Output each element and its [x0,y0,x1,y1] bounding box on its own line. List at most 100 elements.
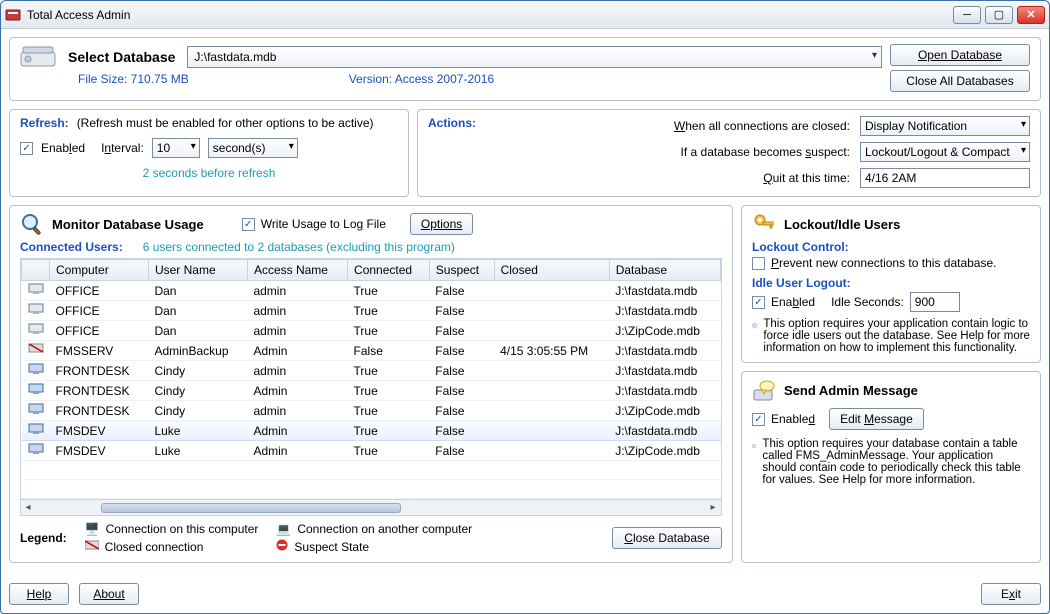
cell-connected: True [348,401,430,421]
cell-database: J:\ZipCode.mdb [609,321,720,341]
horizontal-scrollbar[interactable]: ◂ ▸ [21,499,721,515]
edit-message-button[interactable]: Edit Message [829,408,924,430]
cell-user-name: Dan [148,301,247,321]
admin-msg-info-text: This option requires your database conta… [762,438,1030,486]
row-status-icon [22,381,50,401]
cell-connected: True [348,301,430,321]
cell-closed: 4/15 3:05:55 PM [494,341,609,361]
admin-message-title: Send Admin Message [784,383,918,398]
database-path-dropdown[interactable]: J:\fastdata.mdb [187,46,882,68]
scroll-right-icon[interactable]: ▸ [706,501,720,515]
prevent-connections-checkbox[interactable] [752,257,765,270]
cell-database: J:\fastdata.mdb [609,421,720,441]
cell-connected: True [348,361,430,381]
admin-msg-enabled-checkbox[interactable] [752,413,765,426]
cell-computer: OFFICE [50,281,149,301]
col-database[interactable]: Database [609,260,720,281]
cell-suspect: False [429,281,494,301]
cell-computer: FMSSERV [50,341,149,361]
open-database-button[interactable]: Open Database [890,44,1030,66]
users-table[interactable]: ComputerUser NameAccess NameConnectedSus… [21,259,721,516]
table-row[interactable]: OFFICEDanadminTrueFalseJ:\fastdata.mdb [22,281,721,301]
col-icon[interactable] [22,260,50,281]
table-row[interactable]: FRONTDESKCindyadminTrueFalseJ:\fastdata.… [22,361,721,381]
quit-time-field[interactable]: 4/16 2AM [860,168,1030,188]
scroll-thumb[interactable] [101,503,401,513]
table-row[interactable]: FMSDEVLukeAdminTrueFalseJ:\ZipCode.mdb [22,441,721,461]
suspect-select[interactable]: Lockout/Logout & Compact [860,142,1030,162]
cell-access-name: Admin [247,341,347,361]
col-closed[interactable]: Closed [494,260,609,281]
table-row[interactable]: FRONTDESKCindyadminTrueFalseJ:\ZipCode.m… [22,401,721,421]
cell-user-name: Luke [148,441,247,461]
lockout-info-text: This option requires your application co… [763,318,1030,354]
close-database-button[interactable]: Close Database [612,527,722,549]
row-status-icon [22,321,50,341]
cell-closed [494,281,609,301]
col-computer[interactable]: Computer [50,260,149,281]
refresh-panel: Refresh: (Refresh must be enabled for ot… [9,109,409,197]
cell-database: J:\fastdata.mdb [609,381,720,401]
refresh-note: (Refresh must be enabled for other optio… [77,116,374,130]
quit-label: Quit at this time: [674,171,850,185]
users-table-wrap: ComputerUser NameAccess NameConnectedSus… [20,258,722,516]
cell-user-name: Dan [148,321,247,341]
idle-enabled-checkbox[interactable] [752,296,765,309]
about-button[interactable]: About [79,583,139,605]
file-size-label: File Size: 710.75 MB [78,72,189,86]
monitor-panel: Monitor Database Usage Write Usage to Lo… [9,205,733,563]
cell-closed [494,441,609,461]
table-row[interactable]: OFFICEDanadminTrueFalseJ:\fastdata.mdb [22,301,721,321]
col-access-name[interactable]: Access Name [247,260,347,281]
closed-conn-icon [85,539,99,554]
legend: Legend: 🖥️Connection on this computer Cl… [20,522,722,554]
cell-suspect: False [429,401,494,421]
table-row[interactable]: FMSSERVAdminBackupAdminFalseFalse4/15 3:… [22,341,721,361]
refresh-enabled-label: Enabled [41,141,85,155]
row-status-icon [22,281,50,301]
table-row[interactable]: FMSDEVLukeAdminTrueFalseJ:\fastdata.mdb [22,421,721,441]
window-title: Total Access Admin [27,8,953,22]
cell-suspect: False [429,361,494,381]
write-log-label: Write Usage to Log File [261,217,386,231]
help-button[interactable]: Help [9,583,69,605]
table-row[interactable]: FRONTDESKCindyAdminTrueFalseJ:\fastdata.… [22,381,721,401]
idle-seconds-field[interactable]: 900 [910,292,960,312]
cell-access-name: Admin [247,381,347,401]
exit-button[interactable]: Exit [981,583,1041,605]
interval-unit-select[interactable]: second(s) [208,138,298,158]
key-icon [752,212,776,236]
row-status-icon [22,421,50,441]
titlebar: Total Access Admin ─ ▢ ✕ [1,1,1049,29]
cell-suspect: False [429,301,494,321]
interval-value-select[interactable]: 10 [152,138,200,158]
connected-users-status: 6 users connected to 2 databases (exclud… [143,240,455,254]
table-row[interactable]: OFFICEDanadminTrueFalseJ:\ZipCode.mdb [22,321,721,341]
cell-closed [494,381,609,401]
when-closed-select[interactable]: Display Notification [860,116,1030,136]
minimize-button[interactable]: ─ [953,6,981,24]
options-button[interactable]: Options [410,213,473,235]
close-all-databases-button[interactable]: Close All Databases [890,70,1030,92]
cell-computer: FMSDEV [50,441,149,461]
col-connected[interactable]: Connected [348,260,430,281]
lockout-title: Lockout/Idle Users [784,217,900,232]
cell-user-name: Cindy [148,361,247,381]
info-icon: i [752,438,756,454]
message-icon [752,378,776,402]
write-log-checkbox[interactable] [242,218,255,231]
close-button[interactable]: ✕ [1017,6,1045,24]
cell-user-name: Cindy [148,401,247,421]
col-suspect[interactable]: Suspect [429,260,494,281]
when-closed-label: When all connections are closed: [674,119,850,133]
cell-suspect: False [429,341,494,361]
maximize-button[interactable]: ▢ [985,6,1013,24]
col-user-name[interactable]: User Name [148,260,247,281]
row-status-icon [22,341,50,361]
cell-computer: FRONTDESK [50,381,149,401]
refresh-enabled-checkbox[interactable] [20,142,33,155]
scroll-left-icon[interactable]: ◂ [21,501,35,515]
idle-enabled-label: Enabled [771,295,815,309]
cell-connected: True [348,441,430,461]
cell-database: J:\ZipCode.mdb [609,441,720,461]
